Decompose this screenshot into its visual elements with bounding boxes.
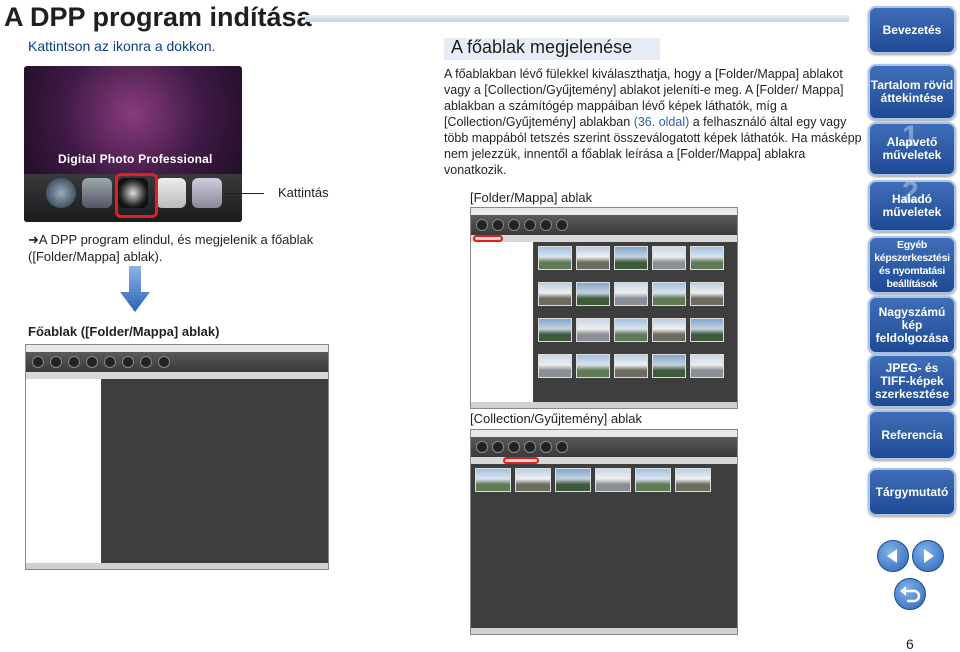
window-tabs [26, 372, 328, 379]
tab-highlight [473, 235, 503, 242]
nav-referencia[interactable]: Referencia [868, 410, 956, 460]
nav-halado[interactable]: 2 Haladó műveletek [868, 178, 956, 232]
thumbnail-image[interactable] [614, 318, 648, 342]
thumbnail-image[interactable] [576, 318, 610, 342]
thumbnail-image[interactable] [576, 354, 610, 378]
return-icon[interactable] [894, 578, 926, 610]
folder-window-screenshot [470, 207, 738, 409]
toolbar [471, 437, 737, 457]
thumbnail-image[interactable] [690, 318, 724, 342]
nav-label: Tárgymutató [875, 484, 949, 499]
thumbnail-image[interactable] [652, 282, 686, 306]
thumbnail-image[interactable] [690, 354, 724, 378]
click-label: Kattintás [278, 185, 329, 200]
thumbnail-image[interactable] [475, 468, 511, 492]
thumbnail-area [471, 464, 737, 628]
menu-bar [471, 208, 737, 215]
thumbnail-image[interactable] [515, 468, 551, 492]
collection-window-caption: [Collection/Gyűjtemény] ablak [470, 411, 642, 426]
callout-line [224, 193, 264, 194]
nav-nagyszamu[interactable]: Nagyszámú kép feldolgozása [868, 296, 956, 354]
dock-app-icon [192, 178, 222, 208]
folder-tree-pane [26, 379, 101, 563]
thumbnail-image[interactable] [675, 468, 711, 492]
thumbnail-image[interactable] [652, 318, 686, 342]
folder-tree-pane [471, 242, 533, 402]
menu-bar [471, 430, 737, 437]
nav-bevezetes[interactable]: Bevezetés [868, 6, 956, 54]
toolbar [26, 352, 328, 372]
nav-label: Tartalom rövid áttekintése [870, 78, 954, 105]
thumbnail-area [534, 242, 737, 402]
page-number: 6 [906, 636, 914, 652]
thumbnail-image[interactable] [690, 246, 724, 270]
thumbnail-image[interactable] [614, 282, 648, 306]
thumbnail-image[interactable] [614, 246, 648, 270]
thumbnail-image[interactable] [635, 468, 671, 492]
dock-app-icon [156, 178, 186, 208]
nav-jpeg-tiff[interactable]: JPEG- és TIFF-képek szerkesztése [868, 354, 956, 408]
instruction-subtitle: Kattintson az ikonra a dokkon. [28, 38, 216, 54]
nav-egyeb[interactable]: Egyéb képszerkesztési és nyomtatási beál… [868, 236, 956, 294]
thumbnail-image[interactable] [576, 246, 610, 270]
nav-alapveto[interactable]: 1 Alapvető műveletek [868, 122, 956, 176]
thumbnail-image[interactable] [538, 318, 572, 342]
section-title: A főablak megjelenése [451, 37, 633, 57]
thumbnail-image[interactable] [576, 282, 610, 306]
arrow-down-icon [120, 266, 150, 312]
main-window-caption: Főablak ([Folder/Mappa] ablak) [28, 324, 220, 339]
result-text: ➜A DPP program elindul, és megjelenik a … [28, 232, 314, 264]
nav-label: Alapvető műveletek [882, 135, 942, 162]
thumbnail-image[interactable] [595, 468, 631, 492]
arrow-left-icon[interactable] [877, 540, 909, 572]
thumbnail-image[interactable] [538, 354, 572, 378]
dock-app-icon [82, 178, 112, 208]
body-text: A főablakban lévő fülekkel kiválaszthatj… [444, 66, 864, 178]
thumbnail-image[interactable] [690, 282, 724, 306]
status-bar [471, 628, 737, 634]
nav-label: Egyéb képszerkesztési és nyomtatási beál… [874, 239, 950, 290]
status-bar [471, 402, 737, 408]
dock-app-icon [46, 178, 76, 208]
nav-label: JPEG- és TIFF-képek szerkesztése [874, 360, 950, 401]
toolbar [471, 215, 737, 235]
dpp-icon-highlight [115, 173, 158, 218]
thumbnail-image[interactable] [652, 354, 686, 378]
header-rule [305, 15, 849, 22]
nav-tartalom[interactable]: Tartalom rövid áttekintése [868, 64, 956, 120]
collection-window-screenshot [470, 429, 738, 635]
thumbnail-area [102, 379, 328, 563]
nav-targymutato[interactable]: Tárgymutató [868, 468, 956, 516]
thumbnail-image[interactable] [538, 246, 572, 270]
nav-label: Nagyszámú kép feldolgozása [875, 304, 949, 345]
window-tabs [471, 235, 737, 242]
nav-label: Bevezetés [882, 22, 942, 37]
status-bar [26, 563, 328, 569]
thumbnail-image[interactable] [555, 468, 591, 492]
nav-label: Haladó műveletek [882, 192, 942, 219]
main-window-screenshot [25, 344, 329, 570]
dock-screenshot: Digital Photo Professional [24, 66, 242, 222]
menu-bar [26, 345, 328, 352]
tab-highlight [503, 457, 539, 464]
page-title: A DPP program indítása [4, 2, 312, 32]
thumbnail-image[interactable] [538, 282, 572, 306]
arrow-right-icon[interactable] [912, 540, 944, 572]
dock-brand-text: Digital Photo Professional [58, 152, 213, 166]
page-link[interactable]: (36. oldal) [634, 115, 690, 129]
thumbnail-image[interactable] [614, 354, 648, 378]
folder-window-caption: [Folder/Mappa] ablak [470, 190, 593, 205]
thumbnail-image[interactable] [652, 246, 686, 270]
nav-label: Referencia [881, 427, 943, 442]
